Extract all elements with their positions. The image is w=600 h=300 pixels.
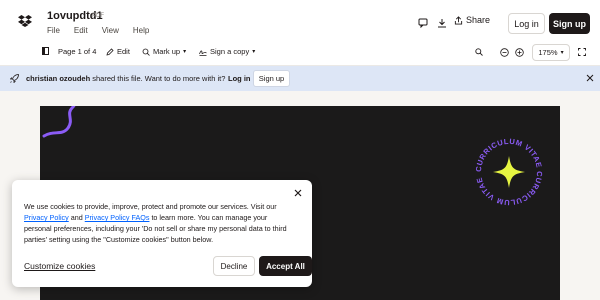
zoom-level: 175% (538, 48, 558, 57)
zoom-out-icon[interactable] (500, 48, 509, 57)
login-button[interactable]: Log in (508, 13, 545, 34)
comment-icon[interactable] (416, 16, 430, 30)
share-label: Share (466, 15, 491, 25)
star-icon (493, 156, 525, 188)
download-icon[interactable] (435, 16, 449, 30)
search-icon[interactable] (475, 48, 483, 56)
sign-copy-label: Sign a copy (210, 47, 250, 56)
banner-message: christian ozoudeh shared this file. Want… (26, 74, 225, 83)
sidebar-toggle-icon (42, 47, 49, 55)
edit-label: Edit (117, 47, 130, 56)
document-toolbar: Page 1 of 4 Edit Mark up ▾ Sign a copy ▾… (0, 40, 600, 66)
menu-file[interactable]: File (47, 26, 60, 35)
sidebar-toggle[interactable] (42, 47, 49, 55)
markup-button[interactable]: Mark up ▾ (142, 47, 186, 56)
fullscreen-icon[interactable] (578, 48, 586, 56)
banner-text: shared this file. Want to do more with i… (92, 74, 226, 83)
menu-help[interactable]: Help (133, 26, 149, 35)
banner-login-link[interactable]: Log in (228, 74, 251, 83)
privacy-policy-link[interactable]: Privacy Policy (24, 213, 69, 222)
sign-copy-button[interactable]: Sign a copy ▾ (199, 47, 255, 56)
close-icon[interactable] (586, 74, 594, 82)
pencil-icon (106, 47, 114, 56)
signature-icon (199, 49, 207, 56)
zoom-in-icon[interactable] (515, 48, 524, 57)
dropbox-logo-icon[interactable] (18, 15, 32, 27)
cookie-text-1: We use cookies to provide, improve, prot… (24, 202, 277, 211)
shared-file-banner: christian ozoudeh shared this file. Want… (0, 66, 600, 91)
app-header: 1ovupdtd1 PDF File Edit View Help Share … (0, 0, 600, 40)
page-indicator: Page 1 of 4 (58, 47, 97, 56)
squiggle-decoration (42, 106, 76, 138)
share-button[interactable]: Share (454, 15, 490, 25)
menu-view[interactable]: View (102, 26, 119, 35)
banner-signup-button[interactable]: Sign up (253, 70, 290, 87)
cookie-text-and: and (70, 213, 83, 222)
menu-edit[interactable]: Edit (74, 26, 88, 35)
privacy-faq-link[interactable]: Privacy Policy FAQs (85, 213, 150, 222)
accept-all-button[interactable]: Accept All (259, 256, 312, 276)
menu-bar: File Edit View Help (47, 26, 149, 35)
cookie-description: We use cookies to provide, improve, prot… (24, 201, 294, 245)
cookie-consent-dialog: We use cookies to provide, improve, prot… (12, 180, 312, 287)
edit-button[interactable]: Edit (106, 47, 130, 56)
rocket-icon (10, 74, 19, 83)
customize-cookies-link[interactable]: Customize cookies (24, 261, 95, 271)
chevron-down-icon: ▾ (560, 50, 564, 56)
chevron-down-icon: ▾ (183, 49, 187, 55)
markup-icon (142, 48, 150, 56)
share-icon (454, 15, 463, 25)
decline-button[interactable]: Decline (213, 256, 255, 276)
file-type-badge: PDF (92, 13, 104, 19)
banner-user: christian ozoudeh (26, 74, 91, 83)
chevron-down-icon: ▾ (252, 49, 256, 55)
signup-button[interactable]: Sign up (549, 13, 590, 34)
zoom-select[interactable]: 175% ▾ (532, 44, 570, 61)
markup-label: Mark up (153, 47, 181, 56)
close-icon[interactable] (292, 187, 304, 199)
